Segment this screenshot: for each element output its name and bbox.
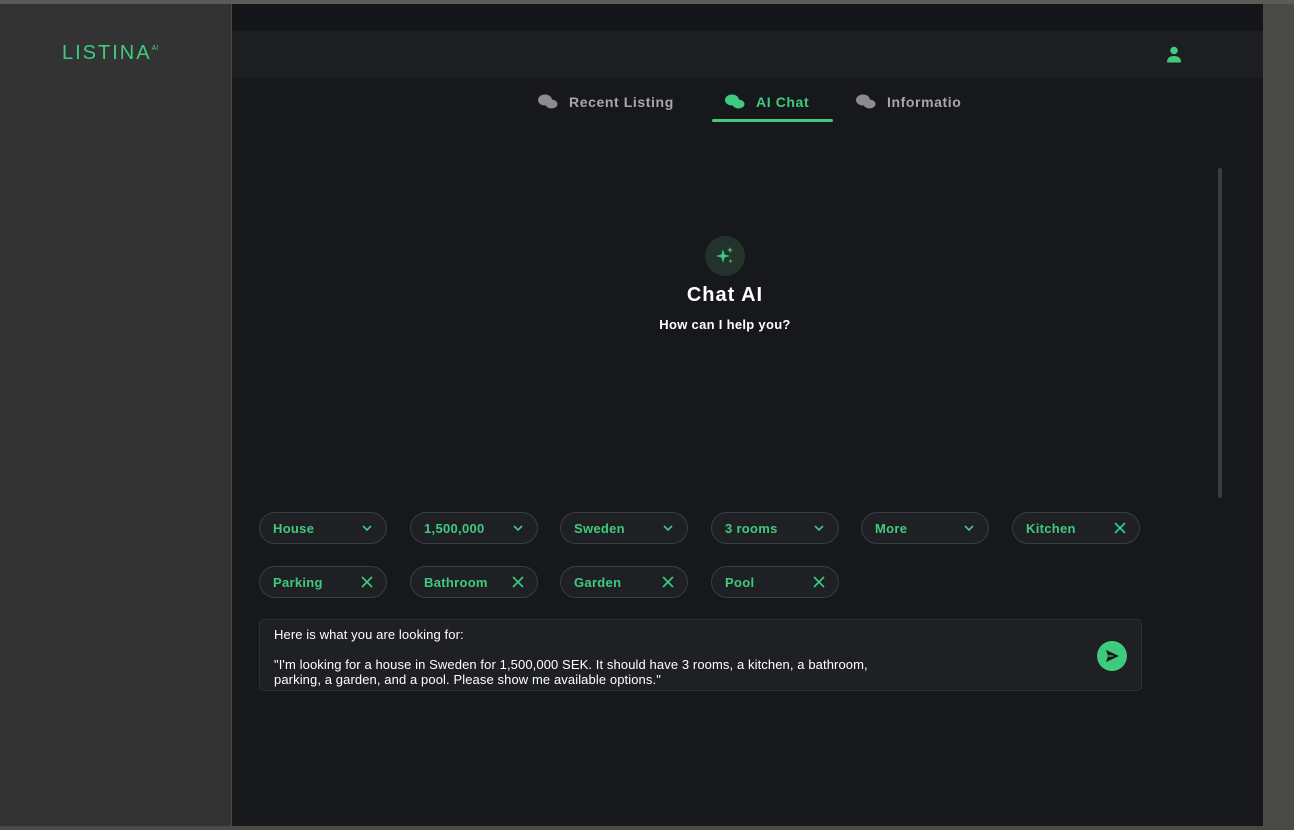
- chip-label: More: [875, 520, 908, 536]
- filter-tag-parking[interactable]: Parking: [259, 566, 387, 598]
- chat-input[interactable]: Here is what you are looking for: "I'm l…: [259, 619, 1142, 691]
- tab-information[interactable]: Informatio: [855, 84, 961, 120]
- chevron-down-icon: [964, 525, 974, 532]
- tab-label: Informatio: [887, 94, 962, 110]
- hero-icon-badge: [705, 236, 745, 276]
- chat-input-text[interactable]: Here is what you are looking for: "I'm l…: [274, 627, 1054, 687]
- filter-dropdown-price[interactable]: 1,500,000: [410, 512, 538, 544]
- tab-label: Recent Listing: [569, 94, 674, 110]
- filter-tag-pool[interactable]: Pool: [711, 566, 839, 598]
- close-icon[interactable]: [511, 575, 525, 589]
- send-button[interactable]: [1097, 641, 1127, 671]
- hero-subtitle: How can I help you?: [659, 317, 791, 332]
- filter-tag-bathroom[interactable]: Bathroom: [410, 566, 538, 598]
- logo[interactable]: LISTINAAI: [62, 42, 158, 65]
- chip-label: Garden: [574, 574, 622, 590]
- sparkles-icon: [716, 247, 733, 263]
- sidebar: LISTINAAI: [0, 4, 231, 826]
- chip-label: Kitchen: [1026, 520, 1076, 536]
- chip-label: Parking: [273, 574, 323, 590]
- close-icon[interactable]: [812, 575, 826, 589]
- chat-scrollbar[interactable]: [1218, 168, 1222, 498]
- chip-label: Sweden: [574, 520, 625, 536]
- chevron-down-icon: [663, 525, 673, 532]
- filter-tag-garden[interactable]: Garden: [560, 566, 688, 598]
- tab-bar: Recent Listing AI Chat Informatio: [232, 84, 1263, 122]
- filter-dropdown-type[interactable]: House: [259, 512, 387, 544]
- chip-label: House: [273, 520, 315, 536]
- top-strip: [232, 4, 1263, 31]
- hero-title: Chat AI: [686, 284, 764, 306]
- chip-label: 1,500,000: [424, 520, 485, 536]
- filter-dropdown-more[interactable]: More: [861, 512, 989, 544]
- tab-label: AI Chat: [756, 94, 810, 110]
- close-icon[interactable]: [360, 575, 374, 589]
- chat-bubbles-icon: [856, 94, 876, 109]
- chip-label: Bathroom: [424, 574, 488, 590]
- logo-text: LISTINA: [62, 42, 152, 64]
- chevron-down-icon: [362, 525, 372, 532]
- user-icon[interactable]: [1166, 46, 1182, 63]
- filter-dropdown-rooms[interactable]: 3 rooms: [711, 512, 839, 544]
- chip-label: 3 rooms: [725, 520, 778, 536]
- chat-bubbles-icon: [725, 94, 745, 109]
- chevron-down-icon: [513, 525, 523, 532]
- chevron-down-icon: [814, 525, 824, 532]
- close-icon[interactable]: [661, 575, 675, 589]
- close-icon[interactable]: [1113, 521, 1127, 535]
- logo-superscript: AI: [151, 45, 159, 52]
- send-icon: [1106, 650, 1119, 662]
- header-bar: [232, 31, 1263, 78]
- filter-tag-kitchen[interactable]: Kitchen: [1012, 512, 1140, 544]
- tab-ai-chat[interactable]: AI Chat: [711, 84, 834, 122]
- chat-bubbles-icon: [538, 94, 558, 109]
- main-panel: Recent Listing AI Chat Informatio Chat A…: [232, 4, 1263, 826]
- tab-recent-listing[interactable]: Recent Listing: [537, 84, 674, 120]
- chip-label: Pool: [725, 574, 755, 590]
- filter-dropdown-country[interactable]: Sweden: [560, 512, 688, 544]
